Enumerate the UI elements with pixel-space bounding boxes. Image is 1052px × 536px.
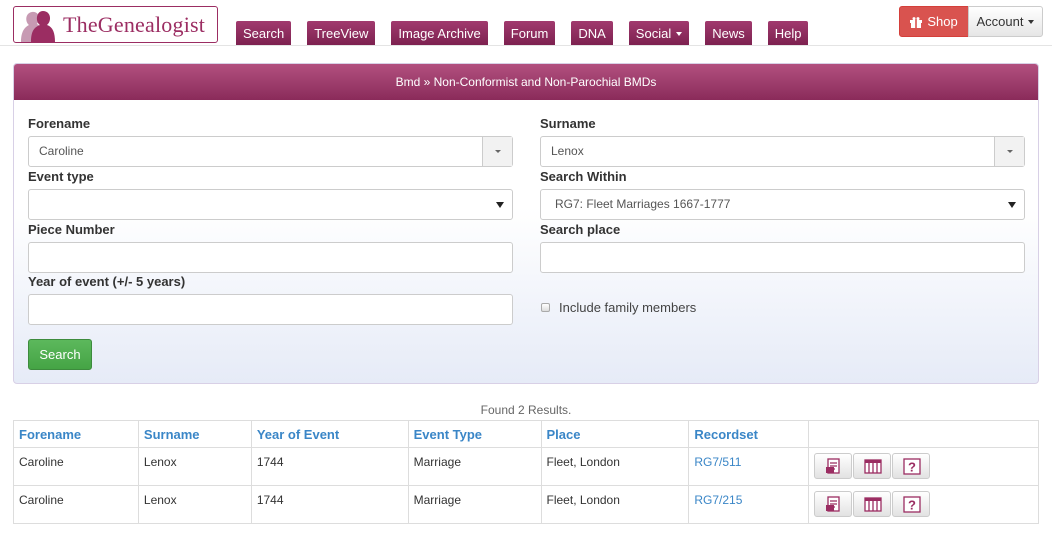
view-image-button[interactable]: [853, 453, 892, 479]
cell-place: Fleet, London: [540, 447, 690, 486]
cell-event-type: Marriage: [407, 485, 542, 524]
nav-help[interactable]: Help: [767, 21, 809, 45]
search-within-value: RG7: Fleet Marriages 1667-1777: [555, 197, 731, 211]
column-header-place[interactable]: Place: [540, 420, 690, 448]
shop-button[interactable]: Shop: [899, 6, 969, 37]
cell-actions: ?: [808, 447, 1039, 486]
cell-place: Fleet, London: [540, 485, 690, 524]
search-place-label: Search place: [540, 222, 621, 237]
column-header-surname[interactable]: Surname: [137, 420, 252, 448]
nav-label: Help: [774, 26, 802, 41]
event-type-label: Event type: [28, 169, 94, 184]
recordset-link[interactable]: RG7/511: [694, 455, 741, 469]
include-family-label[interactable]: Include family members: [559, 300, 696, 315]
year-of-event-label: Year of event (+/- 5 years): [28, 274, 186, 289]
nav-search[interactable]: Search: [236, 21, 292, 45]
transcript-icon: [826, 458, 840, 474]
svg-text:?: ?: [908, 460, 916, 475]
nav-label: Search: [243, 26, 285, 41]
nav-social[interactable]: Social: [628, 21, 690, 45]
transcript-icon: [826, 496, 840, 512]
year-of-event-input[interactable]: [28, 294, 513, 325]
view-transcript-button[interactable]: [814, 491, 853, 517]
results-summary: Found 2 Results.: [480, 403, 572, 417]
forename-dropdown-button[interactable]: [482, 137, 512, 166]
svg-text:?: ?: [908, 498, 916, 513]
surname-dropdown-button[interactable]: [994, 137, 1024, 166]
select-arrow-icon: [1008, 202, 1016, 208]
include-family-checkbox[interactable]: [541, 303, 550, 312]
panel-title: Bmd » Non-Conformist and Non-Parochial B…: [14, 64, 1038, 100]
shop-label: Shop: [927, 14, 958, 29]
surname-value: Lenox: [551, 144, 584, 158]
account-button[interactable]: Account: [968, 6, 1043, 37]
cell-actions: ?: [808, 485, 1039, 524]
nav-label: News: [712, 26, 745, 41]
view-image-button[interactable]: [853, 491, 892, 517]
piece-number-input[interactable]: [28, 242, 513, 273]
caret-down-icon: [1028, 19, 1035, 24]
cell-surname: Lenox: [137, 485, 252, 524]
main-nav: Search TreeView Image Archive Forum DNA …: [236, 21, 824, 45]
search-button[interactable]: Search: [28, 339, 92, 370]
help-button[interactable]: ?: [892, 453, 931, 479]
cell-recordset: RG7/511: [688, 447, 810, 486]
piece-number-label: Piece Number: [28, 222, 115, 237]
logo-text: TheGenealogist: [63, 11, 206, 37]
search-panel: Bmd » Non-Conformist and Non-Parochial B…: [13, 63, 1039, 384]
nav-forum[interactable]: Forum: [503, 21, 556, 45]
forename-label: Forename: [28, 116, 91, 131]
surname-label: Surname: [540, 116, 596, 131]
help-icon: ?: [903, 496, 921, 513]
cell-event-type: Marriage: [407, 447, 542, 486]
event-type-select[interactable]: [28, 189, 513, 220]
nav-label: Image Archive: [398, 26, 481, 41]
column-header-year[interactable]: Year of Event: [250, 420, 409, 448]
cell-recordset: RG7/215: [688, 485, 810, 524]
search-within-label: Search Within: [540, 169, 627, 184]
select-arrow-icon: [496, 202, 504, 208]
caret-down-icon: [676, 32, 683, 36]
column-header-recordset[interactable]: Recordset: [688, 420, 810, 448]
silhouette-logo-icon: [15, 7, 63, 42]
table-row: Caroline Lenox 1744 Marriage Fleet, Lond…: [13, 447, 1039, 486]
cell-forename: Caroline: [13, 485, 139, 524]
search-within-select[interactable]: RG7: Fleet Marriages 1667-1777: [540, 189, 1025, 220]
account-label: Account: [976, 14, 1024, 29]
results-table: Forename Surname Year of Event Event Typ…: [13, 420, 1039, 524]
nav-label: Forum: [510, 26, 549, 41]
top-bar: TheGenealogist Search TreeView Image Arc…: [0, 0, 1052, 46]
image-icon: [864, 459, 882, 474]
cell-surname: Lenox: [137, 447, 252, 486]
recordset-link[interactable]: RG7/215: [694, 493, 742, 507]
nav-label: Social: [635, 26, 672, 41]
column-header-event-type[interactable]: Event Type: [407, 420, 542, 448]
help-button[interactable]: ?: [892, 491, 931, 517]
cell-year: 1744: [250, 447, 409, 486]
cell-forename: Caroline: [13, 447, 139, 486]
forename-value: Caroline: [39, 144, 84, 158]
nav-news[interactable]: News: [705, 21, 752, 45]
nav-label: TreeView: [314, 26, 369, 41]
nav-dna[interactable]: DNA: [571, 21, 613, 45]
help-icon: ?: [903, 458, 921, 475]
search-place-input[interactable]: [540, 242, 1025, 273]
image-icon: [864, 497, 882, 512]
forename-input[interactable]: Caroline: [28, 136, 513, 167]
view-transcript-button[interactable]: [814, 453, 853, 479]
nav-image-archive[interactable]: Image Archive: [391, 21, 488, 45]
table-header-row: Forename Surname Year of Event Event Typ…: [13, 420, 1039, 448]
gift-icon: [910, 16, 923, 28]
nav-label: DNA: [578, 26, 606, 41]
nav-treeview[interactable]: TreeView: [307, 21, 376, 45]
column-header-actions: [808, 420, 1039, 448]
surname-input[interactable]: Lenox: [540, 136, 1025, 167]
site-logo[interactable]: TheGenealogist: [13, 6, 218, 43]
cell-year: 1744: [250, 485, 409, 524]
column-header-forename[interactable]: Forename: [13, 420, 139, 448]
table-row: Caroline Lenox 1744 Marriage Fleet, Lond…: [13, 485, 1039, 524]
